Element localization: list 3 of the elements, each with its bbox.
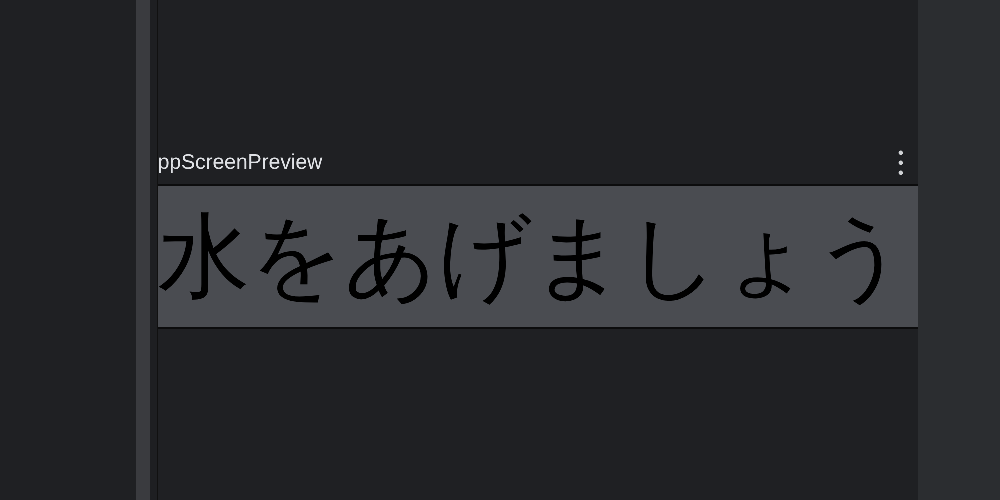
more-options-icon[interactable]	[898, 150, 904, 176]
preview-text: 水をあげましょう	[158, 206, 908, 308]
preview-title: ppScreenPreview	[158, 151, 323, 175]
